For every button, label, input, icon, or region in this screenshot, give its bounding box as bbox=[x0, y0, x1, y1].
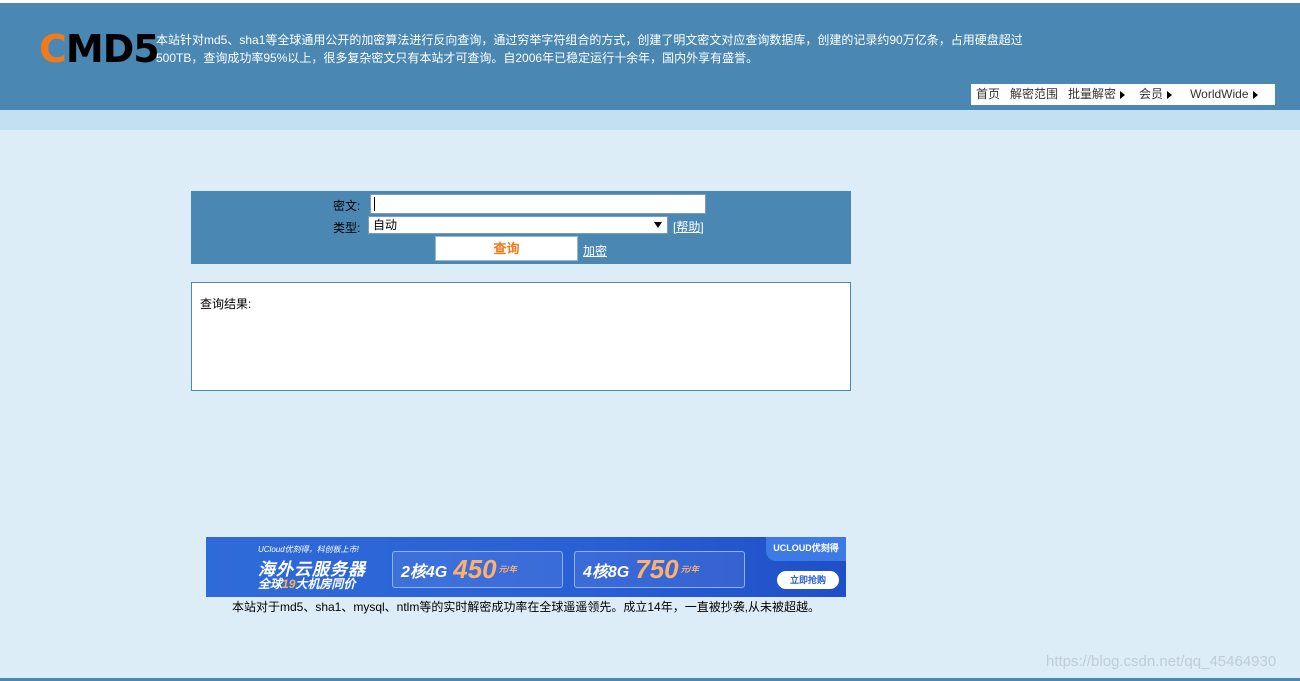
site-header: CMD5 本站针对md5、sha1等全球通用公开的加密算法进行反向查询，通过穷举… bbox=[0, 3, 1300, 110]
caret-right-icon bbox=[1252, 90, 1258, 99]
top-nav: 首页 解密范围 批量解密 会员 WorldWide bbox=[971, 84, 1275, 105]
type-select[interactable]: 自动 bbox=[368, 216, 668, 234]
type-selected: 自动 bbox=[373, 218, 398, 232]
caret-right-icon bbox=[1167, 90, 1173, 99]
ad-offer-spec: 2核4G bbox=[401, 563, 448, 581]
ad-offer-price: 450 bbox=[453, 554, 497, 584]
watermark: https://blog.csdn.net/qq_45464930 bbox=[1046, 653, 1277, 670]
nav-label: WorldWide bbox=[1190, 87, 1249, 101]
nav-item-batch[interactable]: 批量解密 bbox=[1063, 84, 1130, 105]
text-caret bbox=[374, 197, 375, 211]
logo-text: MD5 bbox=[65, 27, 160, 71]
nav-item-scope[interactable]: 解密范围 bbox=[1005, 84, 1063, 105]
ad-sub-prefix: 全球 bbox=[258, 577, 283, 591]
ad-offer-unit: 元/年 bbox=[498, 565, 517, 574]
nav-item-member[interactable]: 会员 bbox=[1134, 84, 1177, 105]
ad-offer-card: 2核4G 450 元/年 bbox=[392, 551, 563, 588]
ad-buy-button[interactable]: 立即抢购 bbox=[777, 571, 839, 589]
result-label: 查询结果: bbox=[200, 297, 252, 311]
ad-offer-unit: 元/年 bbox=[680, 565, 699, 574]
encrypt-link[interactable]: 加密 bbox=[583, 242, 607, 259]
ad-tagline: UCloud优刻得，科创板上市! bbox=[258, 545, 359, 554]
nav-label: 批量解密 bbox=[1068, 87, 1117, 101]
ad-sub-suffix: 大机房同价 bbox=[295, 577, 356, 591]
nav-item-worldwide[interactable]: WorldWide bbox=[1185, 84, 1262, 105]
type-label: 类型: bbox=[333, 221, 361, 235]
site-intro: 本站针对md5、sha1等全球通用公开的加密算法进行反向查询，通过穷举字符组合的… bbox=[156, 33, 1023, 65]
nav-label: 会员 bbox=[1139, 87, 1164, 101]
result-panel: 查询结果: bbox=[191, 282, 851, 391]
cipher-label: 密文: bbox=[333, 199, 361, 213]
ad-subtitle: 全球19大机房同价 bbox=[258, 575, 355, 592]
ad-offer-price: 750 bbox=[635, 554, 679, 584]
ad-brand-logo: UCLOUD优刻得 bbox=[766, 537, 846, 561]
ad-offer-card: 4核8G 750 元/年 bbox=[574, 551, 745, 588]
ad-sub-highlight: 19 bbox=[282, 577, 296, 591]
chevron-down-icon bbox=[654, 222, 662, 228]
caret-right-icon bbox=[1120, 90, 1126, 99]
cipher-input[interactable] bbox=[370, 194, 706, 214]
nav-item-home[interactable]: 首页 bbox=[971, 84, 1005, 105]
nav-label: 首页 bbox=[976, 87, 1001, 101]
nav-label: 解密范围 bbox=[1010, 87, 1059, 101]
header-band bbox=[0, 110, 1300, 130]
help-link[interactable]: [帮助] bbox=[673, 218, 704, 235]
site-logo[interactable]: CMD5 bbox=[39, 27, 160, 71]
ad-banner[interactable]: UCloud优刻得，科创板上市! 海外云服务器 全球19大机房同价 2核4G 4… bbox=[206, 537, 846, 597]
ad-offer-spec: 4核8G bbox=[583, 563, 630, 581]
footer-note: 本站对于md5、sha1、mysql、ntlm等的实时解密成功率在全球遥遥领先。… bbox=[231, 600, 821, 614]
query-form: 密文: 类型: 自动 [帮助] 查询 加密 bbox=[191, 191, 851, 264]
logo-letter-c: C bbox=[39, 27, 67, 71]
query-button[interactable]: 查询 bbox=[435, 236, 578, 261]
